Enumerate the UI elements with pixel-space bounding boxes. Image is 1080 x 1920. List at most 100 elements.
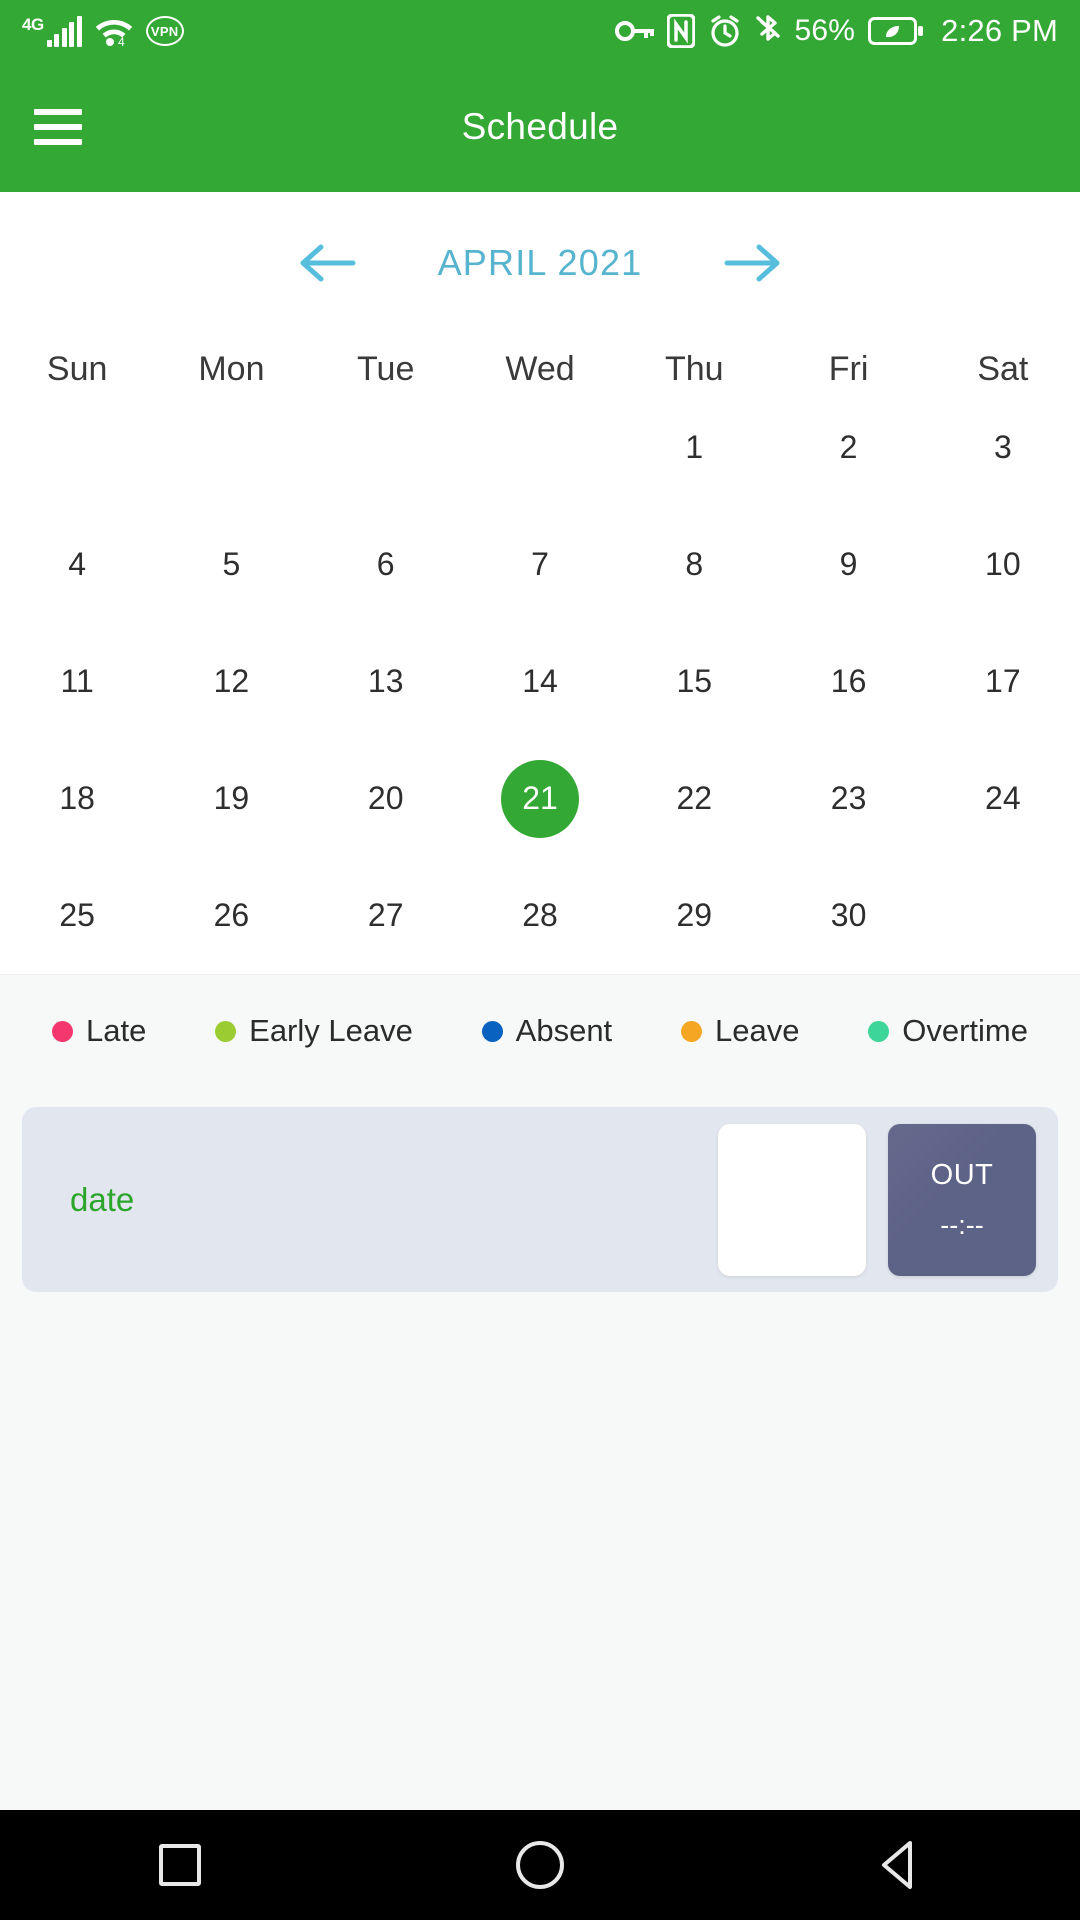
weekday-header-row: Sun Mon Tue Wed Thu Fri Sat bbox=[0, 350, 1080, 389]
calendar-day-29[interactable]: 29 bbox=[617, 857, 771, 974]
calendar-day-empty bbox=[154, 389, 308, 506]
calendar-day-number: 26 bbox=[213, 897, 250, 933]
calendar-week-row: 4 5 6 7 8 9 10 bbox=[0, 506, 1080, 623]
weekday-wed: Wed bbox=[505, 350, 575, 388]
calendar-day-26[interactable]: 26 bbox=[154, 857, 308, 974]
arrow-right-icon bbox=[724, 244, 780, 282]
calendar-day-11[interactable]: 11 bbox=[0, 623, 154, 740]
calendar-day-6[interactable]: 6 bbox=[309, 506, 463, 623]
calendar-day-number: 7 bbox=[531, 546, 549, 582]
calendar-day-number: 6 bbox=[376, 546, 395, 582]
next-month-button[interactable] bbox=[705, 215, 801, 311]
calendar-week-row: 18 19 20 21 22 23 24 bbox=[0, 740, 1080, 857]
calendar-day-empty bbox=[309, 389, 463, 506]
calendar-day-number: 20 bbox=[367, 780, 404, 816]
square-recents-icon bbox=[159, 1844, 201, 1886]
hamburger-menu-icon[interactable] bbox=[26, 101, 90, 153]
calendar-day-number: 14 bbox=[522, 663, 558, 699]
legend-label: Absent bbox=[515, 1013, 613, 1048]
calendar-day-17[interactable]: 17 bbox=[926, 623, 1080, 740]
month-label[interactable]: APRIL 2021 bbox=[375, 242, 705, 284]
arrow-left-icon bbox=[300, 244, 356, 282]
calendar: APRIL 2021 Sun Mon Tue Wed Thu Fri Sat 1… bbox=[0, 192, 1080, 974]
calendar-day-empty bbox=[0, 389, 154, 506]
back-button[interactable] bbox=[840, 1810, 960, 1920]
legend-dot-icon bbox=[868, 1020, 890, 1042]
calendar-day-number: 3 bbox=[993, 429, 1012, 465]
calendar-day-8[interactable]: 8 bbox=[617, 506, 771, 623]
calendar-day-number: 29 bbox=[676, 897, 713, 933]
calendar-day-number: 13 bbox=[367, 663, 404, 699]
calendar-day-4[interactable]: 4 bbox=[0, 506, 154, 623]
weekday-fri: Fri bbox=[828, 350, 869, 388]
svg-text:4: 4 bbox=[118, 35, 125, 48]
legend-label: Overtime bbox=[902, 1013, 1028, 1048]
calendar-day-23[interactable]: 23 bbox=[771, 740, 925, 857]
calendar-day-number: 25 bbox=[59, 897, 95, 933]
alarm-clock-icon bbox=[711, 15, 740, 47]
check-in-box[interactable] bbox=[718, 1123, 866, 1276]
calendar-day-2[interactable]: 2 bbox=[771, 389, 925, 506]
legend-dot-icon bbox=[481, 1020, 503, 1042]
calendar-day-number: 1 bbox=[685, 429, 704, 465]
calendar-day-16[interactable]: 16 bbox=[771, 623, 925, 740]
status-bar-left: 4G 4 VPN bbox=[22, 14, 184, 48]
calendar-day-number bbox=[964, 877, 1042, 955]
calendar-day-27[interactable]: 27 bbox=[309, 857, 463, 974]
legend-item-leave: Leave bbox=[680, 1013, 799, 1049]
recents-button[interactable] bbox=[120, 1810, 240, 1920]
home-button[interactable] bbox=[480, 1810, 600, 1920]
weekday-thu: Thu bbox=[664, 350, 724, 388]
calendar-day-20[interactable]: 20 bbox=[309, 740, 463, 857]
calendar-day-number: 30 bbox=[830, 897, 867, 933]
attendance-section: date OUT --:-- bbox=[0, 1085, 1080, 1810]
calendar-day-number: 27 bbox=[367, 897, 404, 933]
calendar-day-10[interactable]: 10 bbox=[926, 506, 1080, 623]
calendar-day-9[interactable]: 9 bbox=[771, 506, 925, 623]
status-bar: 4G 4 VPN 56% 2:26 PM bbox=[0, 0, 1080, 62]
check-out-box[interactable]: OUT --:-- bbox=[888, 1123, 1036, 1276]
calendar-day-15[interactable]: 15 bbox=[617, 623, 771, 740]
battery-percent-label: 56% bbox=[794, 14, 856, 47]
calendar-day-number: 10 bbox=[985, 546, 1021, 582]
page-title: Schedule bbox=[461, 106, 619, 147]
calendar-day-7[interactable]: 7 bbox=[463, 506, 617, 623]
status-bar-clock: 2:26 PM bbox=[941, 13, 1058, 48]
android-navigation-bar bbox=[0, 1810, 1080, 1920]
attendance-card[interactable]: date OUT --:-- bbox=[22, 1107, 1058, 1292]
battery-saver-leaf-icon bbox=[868, 17, 924, 45]
calendar-day-18[interactable]: 18 bbox=[0, 740, 154, 857]
calendar-day-28[interactable]: 28 bbox=[463, 857, 617, 974]
calendar-day-21[interactable]: 21 bbox=[463, 740, 617, 857]
weekday-sun: Sun bbox=[46, 350, 108, 388]
prev-month-button[interactable] bbox=[279, 215, 375, 311]
network-type-label: 4G bbox=[22, 14, 44, 34]
calendar-day-1[interactable]: 1 bbox=[617, 389, 771, 506]
calendar-week-row: 1 2 3 bbox=[0, 389, 1080, 506]
calendar-day-number: 16 bbox=[830, 663, 867, 699]
calendar-day-24[interactable]: 24 bbox=[926, 740, 1080, 857]
calendar-day-12[interactable]: 12 bbox=[154, 623, 308, 740]
legend-dot-icon bbox=[52, 1020, 73, 1042]
nfc-icon bbox=[667, 14, 696, 48]
calendar-day-number: 9 bbox=[839, 546, 858, 582]
legend-item-late: Late bbox=[52, 1013, 146, 1049]
calendar-week-row: 11 12 13 14 15 16 17 bbox=[0, 623, 1080, 740]
calendar-day-3[interactable]: 3 bbox=[926, 389, 1080, 506]
bluetooth-icon bbox=[756, 15, 781, 41]
calendar-day-30[interactable]: 30 bbox=[771, 857, 925, 974]
calendar-day-14[interactable]: 14 bbox=[463, 623, 617, 740]
calendar-day-19[interactable]: 19 bbox=[154, 740, 308, 857]
calendar-day-number bbox=[501, 409, 579, 487]
calendar-day-25[interactable]: 25 bbox=[0, 857, 154, 974]
vpn-key-icon bbox=[615, 21, 655, 41]
legend-row: Late Early Leave Absent Leave Overtime bbox=[0, 975, 1080, 1085]
calendar-day-5[interactable]: 5 bbox=[154, 506, 308, 623]
calendar-day-13[interactable]: 13 bbox=[309, 623, 463, 740]
legend-label: Early Leave bbox=[249, 1013, 413, 1048]
legend-dot-icon bbox=[215, 1020, 237, 1042]
calendar-day-number bbox=[347, 409, 425, 487]
calendar-day-number: 22 bbox=[676, 780, 713, 816]
attendance-date-label: date bbox=[70, 1180, 135, 1218]
calendar-day-22[interactable]: 22 bbox=[617, 740, 771, 857]
